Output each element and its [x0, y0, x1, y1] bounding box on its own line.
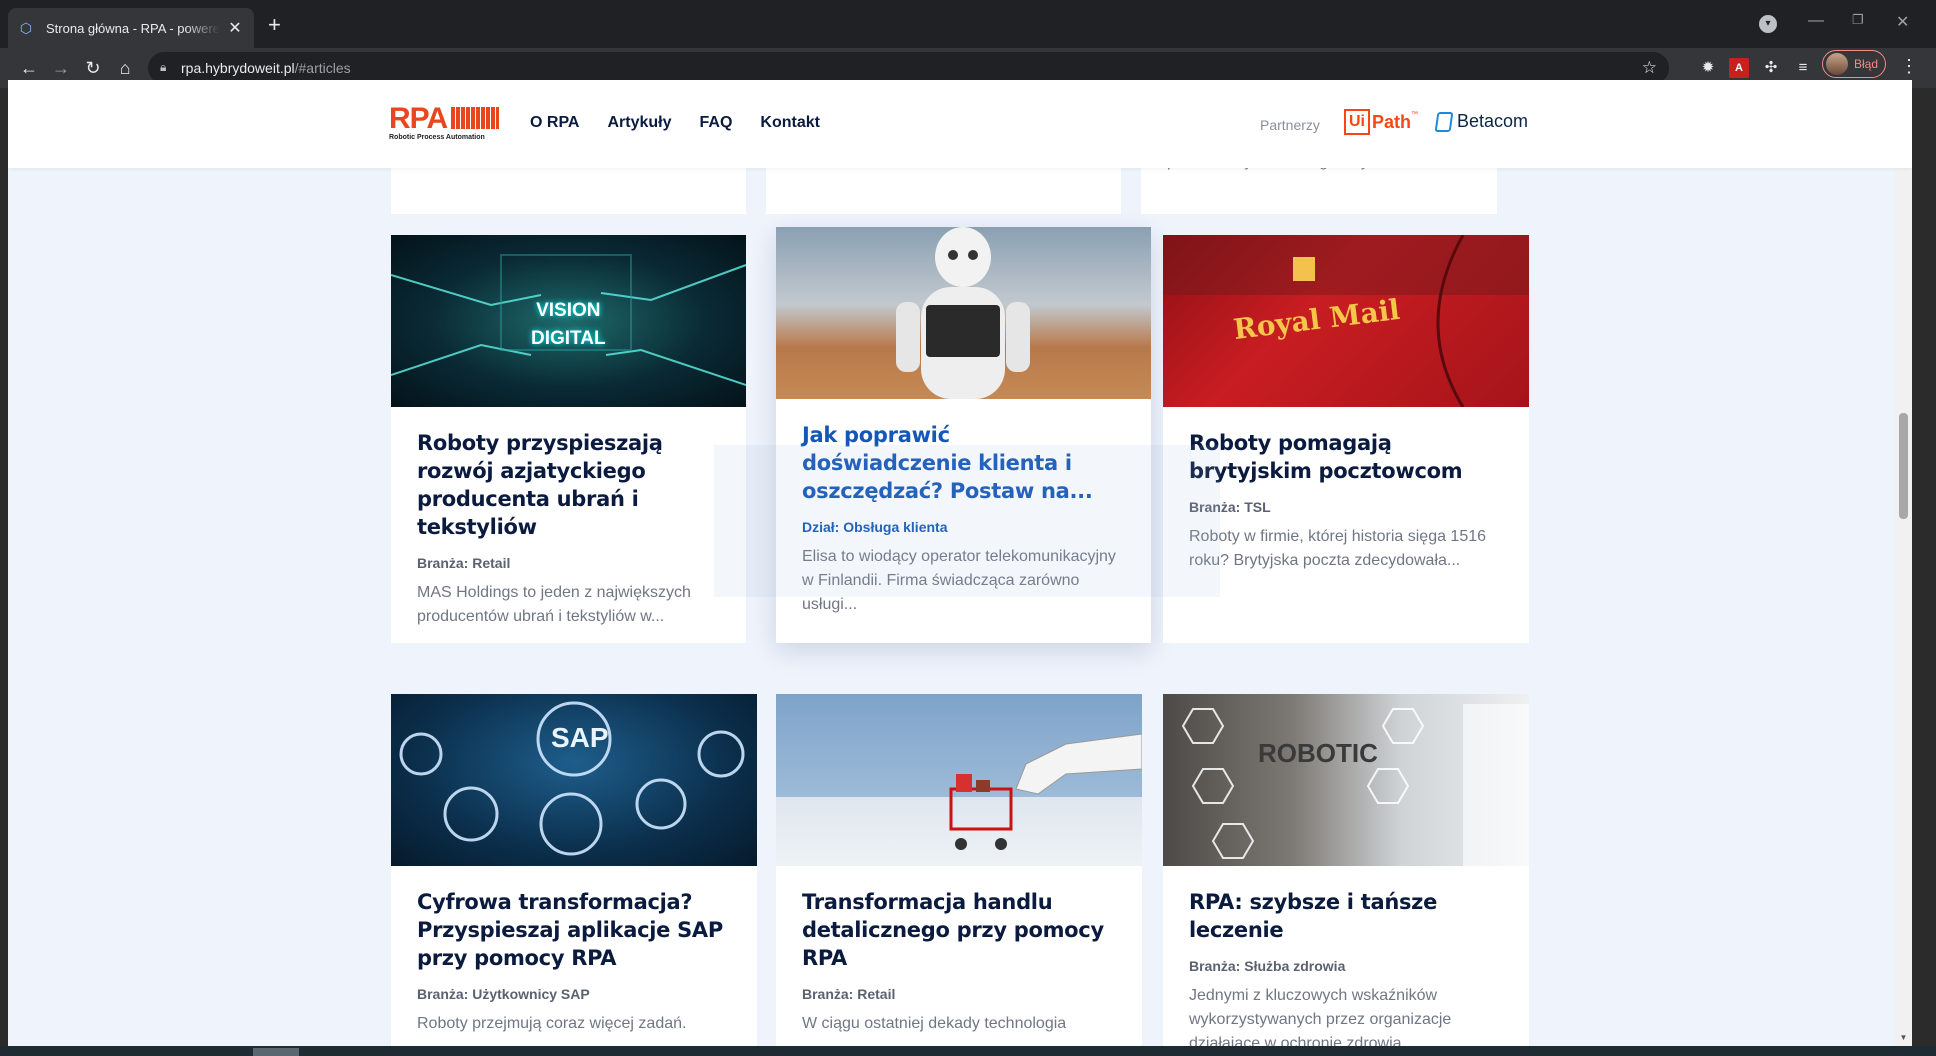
article-title[interactable]: Roboty pomagają brytyjskim pocztowcom — [1189, 429, 1503, 485]
uipath-logo[interactable]: Ui Path ™ — [1344, 107, 1418, 137]
nav-item-faq[interactable]: FAQ — [700, 114, 733, 132]
article-image: Royal Mail — [1163, 235, 1529, 407]
uipath-logo-tm: ™ — [1411, 111, 1419, 118]
extensions-puzzle-icon[interactable]: ✣ — [1761, 58, 1781, 78]
logo-tagline: Robotic Process Automation — [389, 134, 485, 141]
article-category: Branża: Użytkownicy SAP — [417, 986, 590, 1002]
new-tab-icon[interactable]: + — [268, 14, 281, 36]
site-favicon-icon: ⬡ — [19, 20, 33, 36]
reading-list-icon[interactable]: ≡ — [1793, 58, 1813, 78]
image-caption: ROBOTIC — [1258, 738, 1378, 768]
back-icon[interactable]: ← — [18, 57, 40, 79]
pepper-robot-graphic — [896, 227, 1030, 399]
article-title[interactable]: Transformacja handlu detalicznego przy p… — [802, 888, 1116, 972]
tab-title: Strona główna - RPA - powered by — [46, 20, 220, 36]
site-header: RPA Robotic Process Automation O RPA Art… — [8, 80, 1912, 168]
medical-icons-graphic — [1181, 704, 1529, 866]
scroll-down-icon[interactable]: ▼ — [1895, 1029, 1912, 1046]
url-text: rpa.hybrydoweit.pl/#articles — [181, 60, 351, 76]
sap-gears-graphic — [399, 701, 745, 856]
os-taskbar — [0, 1046, 1936, 1056]
robot-hand-cart-graphic — [949, 733, 1142, 850]
minimize-icon[interactable]: — — [1808, 12, 1824, 30]
logo-bars-icon — [451, 107, 499, 129]
nav-item-artykuly[interactable]: Artykuły — [607, 114, 671, 132]
article-excerpt: Roboty przejmują coraz więcej zadań. — [417, 1015, 687, 1032]
page-viewport: powtarzalnych, szczegółowych... VISIONDI… — [8, 80, 1912, 1046]
article-title[interactable]: RPA: szybsze i tańsze leczenie — [1189, 888, 1503, 944]
image-caption: SAP — [551, 722, 609, 753]
betacom-name: Betacom — [1457, 111, 1529, 131]
home-icon[interactable]: ⌂ — [114, 57, 136, 79]
nav-item-o-rpa[interactable]: O RPA — [530, 114, 579, 132]
scrollbar-thumb[interactable] — [1899, 413, 1908, 519]
article-category: Branża: Retail — [802, 986, 896, 1002]
lock-icon: 🔒︎ — [160, 60, 167, 74]
article-title[interactable]: Cyfrowa transformacja? Przyspieszaj apli… — [417, 888, 731, 972]
window-close-icon[interactable]: ✕ — [1896, 12, 1909, 32]
article-image: SAP — [391, 694, 757, 866]
article-category: Branża: Retail — [417, 555, 511, 571]
restore-icon[interactable]: ❐ — [1852, 12, 1864, 28]
extension-gear-icon[interactable]: ✹ — [1698, 58, 1718, 78]
article-excerpt: MAS Holdings to jeden z największych pro… — [417, 584, 691, 625]
article-image: VISION DIGITAL — [391, 235, 746, 407]
pdf-extension-icon[interactable]: A — [1729, 58, 1749, 78]
article-card[interactable]: ROBOTIC RPA: szybsze i tańsze leczenie B… — [1163, 694, 1529, 1046]
betacom-mark-icon — [1434, 111, 1454, 132]
tab-search-icon[interactable]: ▾ — [1759, 15, 1777, 33]
image-caption: VISION DIGITAL — [531, 300, 606, 349]
nav-item-kontakt[interactable]: Kontakt — [760, 114, 820, 132]
uipath-logo-ui: Ui — [1344, 109, 1370, 135]
article-card[interactable]: SAP Cyfrowa transformacja? Przyspieszaj … — [391, 694, 757, 1046]
main-nav: O RPA Artykuły FAQ Kontakt — [530, 114, 820, 132]
browser-tabstrip: ⬡ Strona główna - RPA - powered by ✕ + ▾… — [0, 0, 1936, 48]
reload-icon[interactable]: ↻ — [82, 57, 104, 79]
article-category: Branża: Służba zdrowia — [1189, 958, 1346, 974]
browser-tab[interactable]: ⬡ Strona główna - RPA - powered by ✕ — [8, 8, 254, 48]
article-title[interactable]: Roboty przyspieszają rozwój azjatyckiego… — [417, 429, 720, 541]
article-card[interactable]: VISION DIGITAL Roboty przyspieszają rozwó… — [391, 235, 746, 643]
forward-icon[interactable]: → — [50, 57, 72, 79]
betacom-logo[interactable]: Betacom — [1434, 111, 1529, 132]
article-excerpt: W ciągu ostatniej dekady technologia — [802, 1015, 1067, 1032]
uipath-logo-path: Path — [1372, 111, 1412, 132]
site-logo[interactable]: RPA Robotic Process Automation — [389, 104, 501, 141]
avatar — [1826, 53, 1848, 75]
article-category: Branża: TSL — [1189, 499, 1271, 515]
partners-label: Partnerzy — [1260, 117, 1320, 133]
article-excerpt: Jednymi z kluczowych wskaźników wykorzys… — [1189, 987, 1452, 1046]
faded-dialog-overlay — [714, 445, 1220, 597]
taskbar-item[interactable] — [253, 1048, 299, 1056]
article-image: ROBOTIC — [1163, 694, 1529, 866]
article-card[interactable]: Transformacja handlu detalicznego przy p… — [776, 694, 1142, 1046]
bookmark-star-icon[interactable]: ☆ — [1642, 58, 1657, 78]
article-excerpt: Roboty w firmie, której historia sięga 1… — [1189, 528, 1487, 569]
article-image — [776, 227, 1151, 399]
profile-status: Błąd — [1854, 57, 1879, 71]
profile-button[interactable]: Błąd — [1822, 50, 1886, 78]
page-scrollbar[interactable]: ▲ ▼ — [1895, 80, 1912, 1046]
article-image — [776, 694, 1142, 866]
browser-menu-icon[interactable]: ⋮ — [1900, 56, 1918, 77]
close-tab-icon[interactable]: ✕ — [226, 18, 244, 38]
